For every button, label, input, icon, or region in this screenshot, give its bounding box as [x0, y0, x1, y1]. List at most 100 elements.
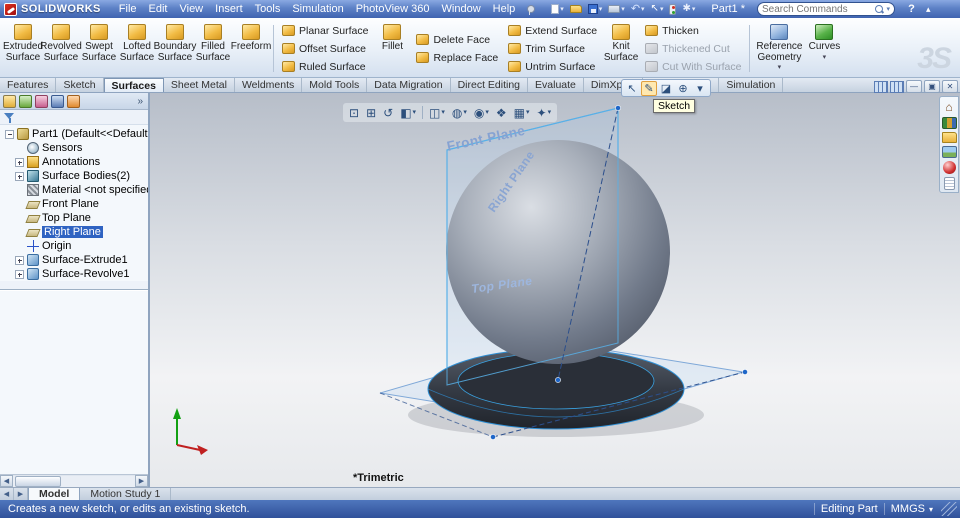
zoom-fit-icon[interactable]: ⊡ [346, 105, 362, 121]
menu-help[interactable]: Help [487, 2, 522, 16]
options-button[interactable]: ✱ ▾ [680, 2, 697, 17]
tree-item-top-plane[interactable]: Top Plane [2, 211, 148, 225]
save-button[interactable]: ▾ [586, 2, 605, 17]
vertex-point[interactable] [490, 434, 496, 440]
knit-surface-button[interactable]: Knit Surface [602, 20, 640, 77]
curves-dropdown-icon[interactable]: ▾ [823, 54, 827, 61]
vertex-point[interactable] [615, 105, 621, 111]
expand-plus-icon[interactable] [15, 171, 24, 181]
vertex-point[interactable] [555, 377, 561, 383]
appearances-scenes-icon[interactable] [942, 161, 956, 174]
tab-sketch[interactable]: Sketch [56, 78, 104, 92]
tree-item-front-plane[interactable]: Front Plane [2, 197, 148, 211]
restore-icon[interactable]: ▣ [924, 80, 940, 93]
scrollbar-thumb[interactable] [15, 475, 61, 487]
menu-file[interactable]: File [113, 2, 143, 16]
search-dropdown-icon[interactable]: ▾ [886, 6, 890, 13]
minimize-icon[interactable]: — [906, 80, 922, 93]
revolved-surface-button[interactable]: Revolved Surface [40, 20, 82, 77]
tab-data-migration[interactable]: Data Migration [367, 78, 451, 92]
vertex-point[interactable] [742, 369, 748, 375]
displaymanager-tab-icon[interactable] [67, 94, 80, 108]
untrim-surface-button[interactable]: Untrim Surface [503, 58, 602, 76]
tree-item-sensors[interactable]: Sensors [2, 141, 148, 155]
graphics-area[interactable]: Front Plane Right Plane Top Plane ⊡ ⊞ ↺ … [150, 93, 960, 487]
new-dropdown-icon[interactable]: ▾ [560, 6, 564, 13]
tab-model[interactable]: Model [28, 488, 81, 500]
reference-geometry-dropdown-icon[interactable]: ▾ [778, 64, 782, 71]
tree-item-annotations[interactable]: Annotations [2, 155, 148, 169]
file-explorer-icon[interactable] [941, 132, 957, 143]
tab-surfaces[interactable]: Surfaces [103, 78, 164, 92]
tree-item-surface-bodies[interactable]: Surface Bodies(2) [2, 169, 148, 183]
thicken-button[interactable]: Thicken [640, 22, 746, 40]
sketch-icon[interactable]: ✎ [641, 80, 657, 96]
search-icon[interactable] [875, 4, 884, 14]
ruled-surface-button[interactable]: Ruled Surface [277, 58, 373, 76]
extend-surface-button[interactable]: Extend Surface [503, 22, 602, 40]
menu-photoview-360[interactable]: PhotoView 360 [350, 2, 436, 16]
apply-scene-icon[interactable]: ▦ ▾ [511, 105, 533, 121]
menu-window[interactable]: Window [436, 2, 487, 16]
offset-surface-button[interactable]: Offset Surface [277, 40, 373, 58]
undo-dropdown-icon[interactable]: ▾ [641, 6, 645, 13]
scroll-right-icon[interactable]: ▶ [135, 475, 148, 487]
select-button[interactable]: ↖ ▾ [649, 2, 666, 17]
undo-button[interactable]: ↶ ▾ [629, 2, 647, 17]
tree-item-right-plane[interactable]: Right Plane [2, 225, 148, 239]
tree-item-surface-extrude1[interactable]: Surface-Extrude1 [2, 253, 148, 267]
expand-minus-icon[interactable] [5, 129, 14, 139]
tree-item-origin[interactable]: Origin [2, 239, 148, 253]
sketch-plane-icon[interactable]: ◪ [658, 81, 674, 96]
edit-appearance-icon[interactable]: ❖ [493, 105, 510, 121]
freeform-button[interactable]: Freeform [231, 20, 271, 77]
menu-edit[interactable]: Edit [143, 2, 174, 16]
tab-simulation[interactable]: Simulation [719, 78, 784, 92]
menu-view[interactable]: View [173, 2, 209, 16]
display-style-icon[interactable]: ◍ ▾ [449, 105, 470, 121]
tab-sheet-metal[interactable]: Sheet Metal [164, 78, 235, 92]
delete-face-button[interactable]: Delete Face [411, 31, 503, 49]
expand-plus-icon[interactable] [15, 269, 24, 279]
filter-funnel-icon[interactable] [4, 112, 15, 123]
panel-overflow-icon[interactable]: » [137, 96, 145, 107]
model-sphere[interactable] [446, 140, 670, 364]
new-document-button[interactable]: ▾ [549, 2, 566, 17]
zoom-area-icon[interactable]: ⊞ [363, 105, 379, 121]
design-library-icon[interactable] [941, 117, 957, 129]
configurationmanager-tab-icon[interactable] [35, 94, 48, 108]
hide-show-items-icon[interactable]: ◉ ▾ [471, 105, 492, 121]
lofted-surface-button[interactable]: Lofted Surface [118, 20, 156, 77]
tree-item-material[interactable]: Material <not specified> [2, 183, 148, 197]
filled-surface-button[interactable]: Filled Surface [194, 20, 232, 77]
swept-surface-button[interactable]: Swept Surface [80, 20, 118, 77]
print-button[interactable]: ▾ [606, 2, 627, 17]
dimxpertmanager-tab-icon[interactable] [51, 94, 64, 108]
menu-simulation[interactable]: Simulation [286, 2, 349, 16]
tab-features[interactable]: Features [0, 78, 57, 92]
search-input[interactable] [762, 3, 874, 15]
select-dropdown-icon[interactable]: ▾ [660, 6, 664, 13]
units-dropdown-icon[interactable]: ▾ [929, 505, 933, 514]
planar-surface-button[interactable]: Planar Surface [277, 22, 373, 40]
propertymanager-tab-icon[interactable] [19, 94, 32, 108]
extruded-surface-button[interactable]: Extruded Surface [3, 20, 43, 77]
custom-properties-icon[interactable] [943, 177, 955, 190]
replace-face-button[interactable]: Replace Face [411, 49, 503, 67]
select-icon[interactable]: ↖ [624, 81, 640, 96]
menu-tools[interactable]: Tools [249, 2, 287, 16]
section-view-icon[interactable]: ◧ ▾ [397, 105, 419, 121]
options-dropdown-icon[interactable]: ▾ [692, 6, 696, 13]
open-button[interactable] [568, 2, 584, 17]
reference-geometry-button[interactable]: Reference Geometry ▾ [753, 20, 805, 77]
toolbar-grid-icon-2[interactable] [890, 80, 904, 93]
save-dropdown-icon[interactable]: ▾ [599, 6, 603, 13]
tab-weldments[interactable]: Weldments [235, 78, 303, 92]
help-icon[interactable]: ? [905, 3, 918, 15]
tab-evaluate[interactable]: Evaluate [528, 78, 584, 92]
view-orientation-icon[interactable]: ◫ ▾ [426, 105, 448, 121]
print-dropdown-icon[interactable]: ▾ [621, 6, 625, 13]
trim-surface-button[interactable]: Trim Surface [503, 40, 602, 58]
toolbar-grid-icon-1[interactable] [874, 80, 888, 93]
scroll-left-icon[interactable]: ◀ [0, 475, 13, 487]
